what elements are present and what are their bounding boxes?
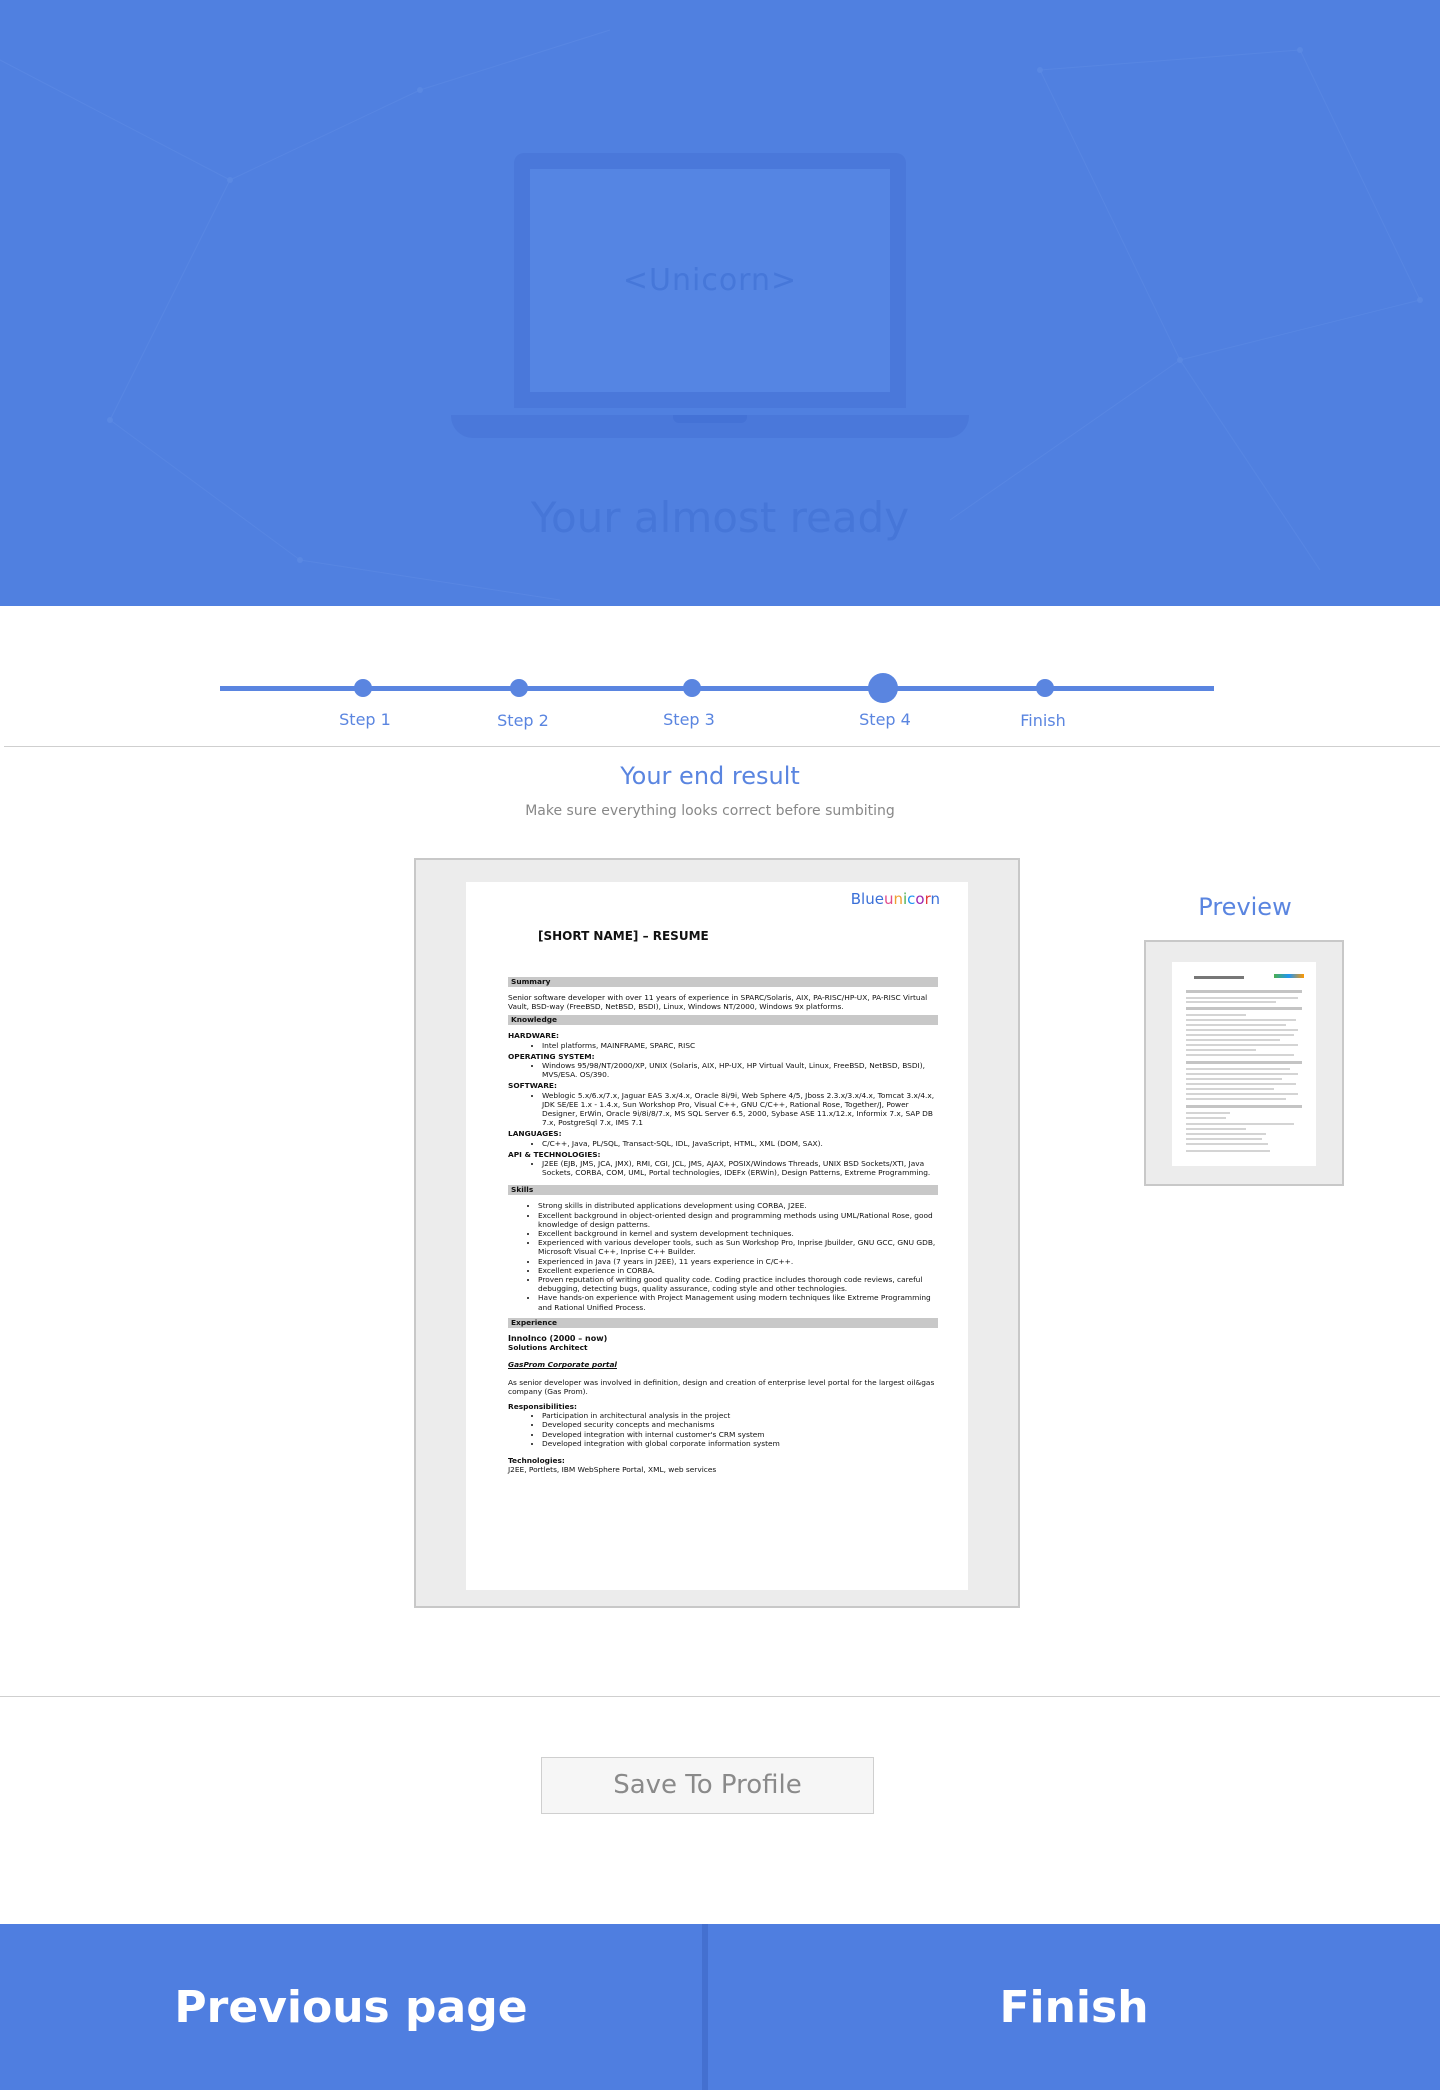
list-item: Proven reputation of writing good qualit…	[538, 1275, 938, 1293]
finish-step-label[interactable]: Finish	[983, 711, 1103, 730]
list-item: Windows 95/98/NT/2000/XP, UNIX (Solaris,…	[542, 1061, 938, 1079]
mini-text-line	[1186, 1088, 1274, 1090]
software-label: SOFTWARE:	[508, 1081, 557, 1091]
mini-text-line	[1186, 1117, 1226, 1119]
section-heading: Knowledge	[508, 1015, 938, 1026]
screen-logo-text: <Unicorn>	[622, 263, 798, 298]
finish-button[interactable]: Finish	[708, 1924, 1440, 2090]
technologies-text: J2EE, Portlets, IBM WebSphere Portal, XM…	[508, 1465, 717, 1475]
step-2-dot[interactable]	[510, 679, 528, 697]
responsibilities-label: Responsibilities:	[508, 1401, 577, 1411]
mini-text-line	[1186, 1133, 1266, 1135]
step-1-label[interactable]: Step 1	[305, 710, 425, 729]
result-subtitle: Make sure everything looks correct befor…	[525, 803, 895, 819]
mini-section-bar	[1186, 990, 1302, 993]
technologies-label: Technologies:	[508, 1455, 565, 1465]
progress-stepper: Step 1 Step 2 Step 3 Step 4 Finish	[0, 606, 1440, 746]
mini-text-line	[1186, 1128, 1246, 1130]
list-item: Strong skills in distributed application…	[538, 1201, 938, 1210]
mini-section-bar	[1186, 1105, 1302, 1108]
finish-step-dot[interactable]	[1036, 679, 1054, 697]
list-item: Excellent experience in CORBA.	[538, 1266, 938, 1275]
step-2-label[interactable]: Step 2	[463, 711, 583, 730]
mini-text-line	[1186, 1001, 1276, 1003]
divider	[4, 746, 1440, 747]
divider	[0, 1696, 1440, 1697]
mini-text-line	[1186, 1014, 1246, 1016]
save-to-profile-button[interactable]: Save To Profile	[541, 1757, 874, 1814]
mini-title-line	[1194, 976, 1244, 979]
footer-navigation: Previous page Finish	[0, 1924, 1440, 2090]
hero-title: Your almost ready	[530, 493, 910, 542]
step-4-dot[interactable]	[868, 673, 898, 703]
section-heading: Experience	[508, 1317, 938, 1328]
mini-text-line	[1186, 1093, 1298, 1095]
mini-text-line	[1186, 1150, 1270, 1152]
mini-text-line	[1186, 1073, 1298, 1075]
languages-label: LANGUAGES:	[508, 1129, 562, 1139]
mini-text-line	[1186, 1024, 1286, 1026]
step-3-dot[interactable]	[683, 679, 701, 697]
mini-text-line	[1186, 1049, 1256, 1051]
section-heading: Summary	[508, 977, 938, 987]
hardware-label: HARDWARE:	[508, 1031, 559, 1041]
mini-text-line	[1186, 1143, 1268, 1145]
list-item: Developed integration with internal cust…	[542, 1430, 938, 1439]
mini-text-line	[1186, 1019, 1296, 1021]
list-item: C/C++, Java, PL/SQL, Transact-SQL, IDL, …	[542, 1139, 938, 1148]
mini-text-line	[1186, 1039, 1280, 1041]
list-item: Intel platforms, MAINFRAME, SPARC, RISC	[542, 1041, 938, 1050]
laptop-illustration: <Unicorn>	[451, 153, 969, 438]
project-description: As senior developer was involved in defi…	[508, 1377, 935, 1396]
section-heading: Skills	[508, 1185, 938, 1196]
hero-banner: <Unicorn> Your almost ready	[0, 0, 1440, 606]
mini-text-line	[1186, 1054, 1294, 1056]
preview-title: Preview	[1198, 893, 1292, 921]
step-4-label[interactable]: Step 4	[825, 710, 945, 729]
os-label: OPERATING SYSTEM:	[508, 1051, 595, 1061]
list-item: Excellent background in kernel and syste…	[538, 1229, 938, 1238]
summary-text: Senior software developer with over 11 y…	[508, 993, 928, 1012]
mini-text-line	[1186, 1098, 1286, 1100]
project-name: GasProm Corporate portal	[508, 1360, 617, 1370]
list-item: Experienced in Java (7 years in J2EE), 1…	[538, 1257, 938, 1266]
preview-thumbnail[interactable]	[1144, 940, 1344, 1186]
list-item: Developed security concepts and mechanis…	[542, 1420, 938, 1429]
mini-section-bar	[1186, 1061, 1302, 1064]
resume-title: [SHORT NAME] – RESUME	[538, 929, 709, 943]
resume-body: Summary Senior software developer with o…	[508, 974, 938, 1474]
list-item: Participation in architectural analysis …	[542, 1411, 938, 1420]
result-title: Your end result	[620, 762, 800, 790]
mini-text-line	[1186, 1078, 1282, 1080]
list-item: Excellent background in object-oriented …	[538, 1211, 938, 1229]
mini-text-line	[1186, 1083, 1296, 1085]
mini-text-line	[1186, 1029, 1298, 1031]
list-item: Weblogic 5.x/6.x/7.x, Jaguar EAS 3.x/4.x…	[542, 1091, 938, 1128]
job-role: Solutions Architect	[508, 1343, 588, 1353]
mini-section-bar	[1186, 1007, 1302, 1010]
mini-text-line	[1186, 1138, 1262, 1140]
resume-page: Blueunicorn [SHORT NAME] – RESUME Summar…	[466, 882, 968, 1590]
list-item: Developed integration with global corpor…	[542, 1439, 938, 1448]
api-label: API & TECHNOLOGIES:	[508, 1149, 601, 1159]
resume-document-frame[interactable]: Blueunicorn [SHORT NAME] – RESUME Summar…	[414, 858, 1020, 1608]
laptop-notch	[673, 415, 747, 423]
mini-text-line	[1186, 1112, 1230, 1114]
mini-brand-logo	[1274, 974, 1304, 978]
previous-page-button[interactable]: Previous page	[0, 1924, 702, 2090]
job-company: InnoInco (2000 – now)	[508, 1333, 608, 1343]
mini-text-line	[1186, 1044, 1298, 1046]
list-item: Have hands-on experience with Project Ma…	[538, 1293, 938, 1311]
preview-page	[1172, 962, 1316, 1166]
laptop-screen: <Unicorn>	[514, 153, 906, 408]
brand-logo: Blueunicorn	[850, 890, 940, 908]
mini-text-line	[1186, 1034, 1294, 1036]
list-item: J2EE (EJB, JMS, JCA, JMX), RMI, CGI, JCL…	[542, 1159, 938, 1177]
mini-text-line	[1186, 1123, 1294, 1125]
mini-text-line	[1186, 1068, 1290, 1070]
step-1-dot[interactable]	[354, 679, 372, 697]
step-3-label[interactable]: Step 3	[629, 710, 749, 729]
list-item: Experienced with various developer tools…	[538, 1238, 938, 1256]
mini-text-line	[1186, 997, 1298, 999]
